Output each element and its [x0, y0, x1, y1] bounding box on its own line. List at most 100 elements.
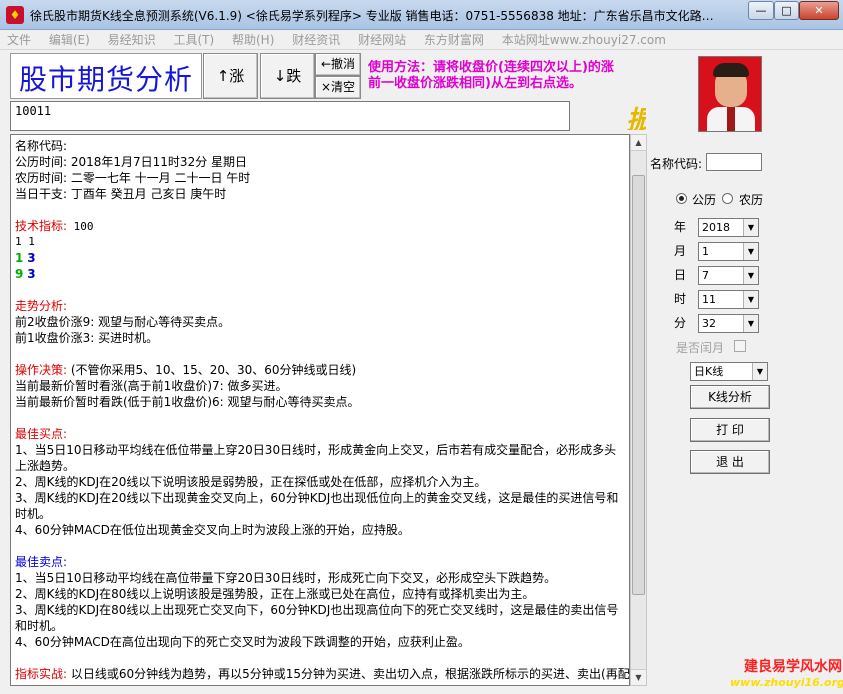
menu-eastmoney[interactable]: 东方财富网 — [417, 30, 491, 50]
trend-item-2: 前1收盘价涨3: 买进时机。 — [15, 331, 159, 345]
operation-decision: 操作决策: (不管你采用5、10、15、20、30、60分钟线或日线) — [15, 362, 625, 378]
kline-analyze-button[interactable]: K线分析 — [690, 385, 770, 409]
year-label: 年 — [674, 220, 687, 234]
year-value: 2018 — [702, 221, 730, 234]
buy-item-3: 3、周K线的KDJ在20线以下出现黄金交叉向上，60分钟KDJ也出现低位向上的黄… — [15, 491, 619, 521]
chevron-down-icon[interactable]: ▼ — [743, 219, 758, 236]
pair-2-green: 9 — [15, 267, 24, 281]
watermark-title: 建良易学风水网 — [744, 659, 842, 675]
leap-month-checkbox[interactable] — [734, 340, 746, 352]
pair-1-blue: 3 — [27, 251, 36, 265]
sell-item-4: 4、60分钟MACD在高位出现向下的死亡交叉时为波段下跌调整的开始，应获利止盈。 — [15, 635, 470, 649]
analysis-report[interactable]: 名称代码: 公历时间: 2018年1月7日11时32分 星期日 农历时间: 二零… — [10, 134, 630, 686]
buy-label: 最佳买点: — [15, 427, 68, 441]
maximize-button[interactable]: □ — [774, 1, 799, 20]
report-ganzhi: 当日干支: 丁酉年 癸丑月 己亥日 庚午时 — [15, 187, 227, 201]
report-pair-2: 9 3 — [15, 266, 625, 282]
close-button[interactable]: ✕ — [799, 1, 839, 20]
practice-line: 指标实战: 以日线或60分钟线为趋势，再以5分钟或15分钟为买进、卖出切入点，根… — [15, 666, 629, 682]
report-solar-time: 公历时间: 2018年1月7日11时32分 星期日 — [15, 155, 248, 169]
rise-button[interactable]: ↑涨 — [203, 53, 258, 99]
lunar-label: 农历 — [739, 193, 764, 207]
day-select[interactable]: 7 ▼ — [698, 266, 759, 285]
operation-label: 操作决策: — [15, 363, 68, 377]
report-name-line: 名称代码: — [15, 139, 68, 153]
report-lunar-time: 农历时间: 二零一七年 十一月 二十一日 午时 — [15, 171, 251, 185]
clear-button[interactable]: ×清空 — [315, 76, 361, 99]
leap-month-label: 是否闰月 — [676, 341, 725, 355]
code-label: 名称代码: — [650, 157, 703, 171]
month-label: 月 — [674, 244, 687, 258]
solar-radio[interactable] — [676, 193, 687, 204]
title-bar: ♦ 徐氏股市期货K线全息预测系统(V6.1.9) <徐氏易学系列程序> 专业版 … — [0, 0, 843, 30]
sell-item-1: 1、当5日10日移动平均线在高位带量下穿20日30日线时，形成死亡向下交叉，必形… — [15, 571, 557, 585]
minute-select[interactable]: 32 ▼ — [698, 314, 759, 333]
window-title: 徐氏股市期货K线全息预测系统(V6.1.9) <徐氏易学系列程序> 专业版 销售… — [30, 9, 720, 23]
lunar-radio[interactable] — [722, 193, 733, 204]
app-icon: ♦ — [6, 6, 24, 24]
day-label: 日 — [674, 268, 687, 282]
practice-value: 以日线或60分钟线为趋势，再以5分钟或15分钟为买进、卖出切入点，根据涨跌所标示… — [67, 667, 630, 681]
sequence-input[interactable]: 10011 — [10, 101, 570, 131]
menu-tools[interactable]: 工具(T) — [166, 30, 221, 50]
operation-value: (不管你采用5、10、15、20、30、60分钟线或日线) — [67, 363, 357, 377]
report-scrollbar[interactable]: ▲ ▼ — [630, 134, 647, 686]
usage-line-2: 前一收盘价涨跌相同)从左到右点选。 — [368, 76, 582, 91]
operation-item-1: 当前最新价暂时看涨(高于前1收盘价)7: 做多买进。 — [15, 379, 288, 393]
tech-value: 100 — [67, 220, 94, 233]
menu-finance-news[interactable]: 财经资讯 — [285, 30, 347, 50]
watermark: 建良易学风水网 www.zhouyi16.org — [730, 659, 843, 692]
buy-item-4: 4、60分钟MACD在低位出现黄金交叉向上时为波段上涨的开始，应持股。 — [15, 523, 410, 537]
chevron-down-icon[interactable]: ▼ — [743, 267, 758, 284]
fall-button[interactable]: ↓跌 — [260, 53, 315, 99]
menu-file[interactable]: 文件 — [0, 30, 38, 50]
operation-item-2: 当前最新价暂时看跌(低于前1收盘价)6: 观望与耐心等待买卖点。 — [15, 395, 360, 409]
period-value: 日K线 — [694, 365, 724, 378]
scroll-up-icon[interactable]: ▲ — [631, 135, 646, 151]
menu-finance-sites[interactable]: 财经网站 — [351, 30, 413, 50]
trend-item-1: 前2收盘价涨9: 观望与耐心等待买卖点。 — [15, 315, 231, 329]
buy-item-2: 2、周K线的KDJ在20线以下说明该股是弱势股，正在探低或处在低部，应择机介入为… — [15, 475, 487, 489]
scroll-thumb[interactable] — [632, 175, 645, 595]
minute-value: 32 — [702, 317, 716, 330]
menu-site-url[interactable]: 本站网址www.zhouyi27.com — [495, 30, 673, 50]
hour-label: 时 — [674, 292, 687, 306]
menu-help[interactable]: 帮助(H) — [225, 30, 281, 50]
sell-label: 最佳卖点: — [15, 555, 68, 569]
exit-button[interactable]: 退 出 — [690, 450, 770, 474]
print-button[interactable]: 打 印 — [690, 418, 770, 442]
watermark-url: www.zhouyi16.org — [730, 676, 843, 689]
tech-label: 技术指标: — [15, 219, 68, 233]
menu-iching[interactable]: 易经知识 — [101, 30, 163, 50]
practice-label: 指标实战: — [15, 667, 68, 681]
day-value: 7 — [702, 269, 709, 282]
usage-line-1: 使用方法：请将收盘价(连续四次以上)的涨 — [368, 60, 614, 75]
minute-label: 分 — [674, 316, 687, 330]
trend-label: 走势分析: — [15, 299, 68, 313]
chevron-down-icon[interactable]: ▼ — [743, 291, 758, 308]
solar-label: 公历 — [692, 193, 717, 207]
report-sequence: 1 1 — [15, 235, 35, 248]
month-select[interactable]: 1 ▼ — [698, 242, 759, 261]
code-field[interactable] — [706, 153, 762, 171]
chevron-down-icon[interactable]: ▼ — [743, 243, 758, 260]
usage-instructions: 使用方法：请将收盘价(连续四次以上)的涨 前一收盘价涨跌相同)从左到右点选。 — [368, 60, 646, 96]
page-title: 股市期货分析 — [19, 63, 194, 96]
menu-edit[interactable]: 编辑(E) — [42, 30, 97, 50]
marquee-text: 振 — [626, 100, 646, 130]
report-tech-indicator: 技术指标: 100 — [15, 218, 625, 234]
heading-box: 股市期货分析 — [10, 53, 202, 99]
buy-item-1: 1、当5日10日移动平均线在低位带量上穿20日30日线时，形成黄金向上交叉，后市… — [15, 443, 617, 473]
year-select[interactable]: 2018 ▼ — [698, 218, 759, 237]
hour-select[interactable]: 11 ▼ — [698, 290, 759, 309]
period-select[interactable]: 日K线 ▼ — [690, 362, 768, 381]
minimize-button[interactable]: — — [748, 1, 774, 20]
month-value: 1 — [702, 245, 709, 258]
pair-1-green: 1 — [15, 251, 24, 265]
undo-button[interactable]: ←撤消 — [315, 53, 361, 76]
scroll-down-icon[interactable]: ▼ — [631, 669, 646, 685]
chevron-down-icon[interactable]: ▼ — [743, 315, 758, 332]
sell-item-2: 2、周K线的KDJ在80线以上说明该股是强势股，正在上涨或已处在高位，应持有或择… — [15, 587, 535, 601]
chevron-down-icon[interactable]: ▼ — [752, 363, 767, 380]
sell-item-3: 3、周K线的KDJ在80线以上出现死亡交叉向下，60分钟KDJ也出现高位向下的死… — [15, 603, 619, 633]
